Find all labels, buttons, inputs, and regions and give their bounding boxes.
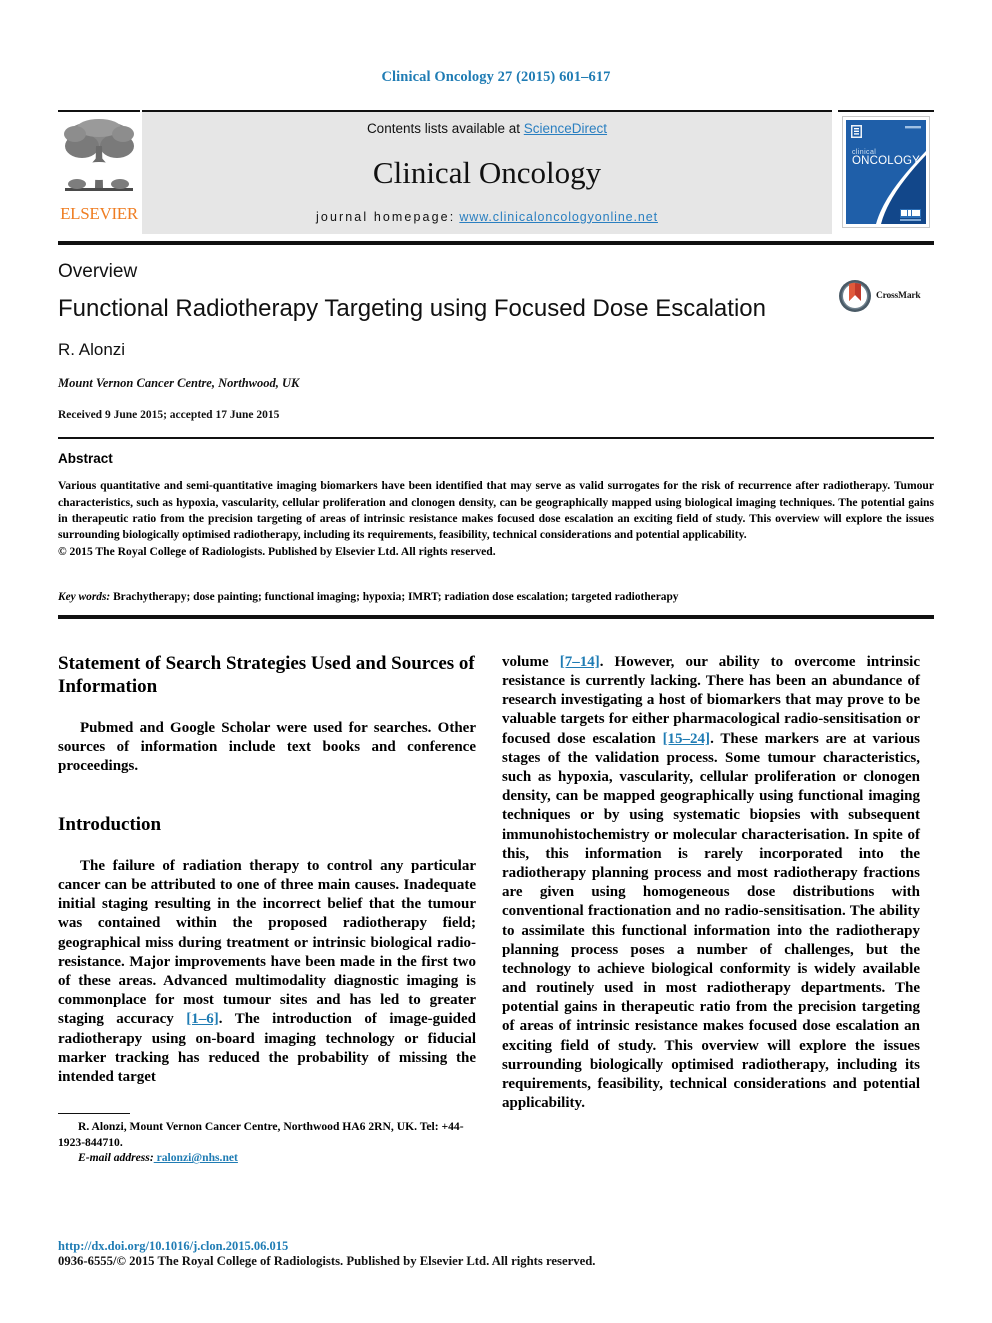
abstract-bottom-rule	[58, 614, 934, 619]
crossmark-badge[interactable]: CrossMark	[838, 275, 934, 317]
article-history: Received 9 June 2015; accepted 17 June 2…	[58, 409, 280, 422]
abstract-heading: Abstract	[58, 451, 113, 467]
footnote-rule	[58, 1113, 130, 1115]
correspondence-text: R. Alonzi, Mount Vernon Cancer Centre, N…	[58, 1120, 464, 1149]
email-link[interactable]: ralonzi@nhs.net	[154, 1151, 238, 1164]
journal-homepage-link[interactable]: www.clinicaloncologyonline.net	[459, 210, 658, 224]
elsevier-wordmark: ELSEVIER	[60, 203, 138, 223]
intro-cont-part-3: . These markers are at various stages of…	[502, 730, 921, 1112]
contents-line: Contents lists available at ScienceDirec…	[367, 121, 607, 136]
keywords-label: Key words:	[58, 590, 111, 603]
page-title: Functional Radiotherapy Targeting using …	[58, 294, 766, 322]
journal-homepage-line: journal homepage: www.clinicaloncologyon…	[316, 210, 658, 224]
contents-prefix: Contents lists available at	[366, 120, 524, 136]
abstract-section: Abstract Various quantitative and semi-q…	[58, 439, 934, 603]
left-column: Statement of Search Strategies Used and …	[58, 653, 476, 1164]
page-footer: http://dx.doi.org/10.1016/j.clon.2015.06…	[58, 1239, 938, 1271]
reference-link-7-14[interactable]: [7–14]	[560, 654, 600, 670]
email-line: E-mail address: ralonzi@nhs.net	[58, 1151, 476, 1164]
body-columns: Statement of Search Strategies Used and …	[58, 653, 934, 1164]
intro-text-part-1: The failure of radiation therapy to cont…	[58, 857, 476, 1028]
paragraph-introduction: The failure of radiation therapy to cont…	[58, 857, 476, 1087]
abstract-text: Various quantitative and semi-quantitati…	[58, 479, 934, 542]
affiliation: Mount Vernon Cancer Centre, Northwood, U…	[58, 376, 300, 391]
journal-title: Clinical Oncology	[372, 155, 602, 190]
article-header: Overview Functional Radiotherapy Targeti…	[58, 245, 934, 422]
right-column: volume [7–14]. However, our ability to o…	[502, 653, 920, 1164]
keywords: Key words: Brachytherapy; dose painting;…	[58, 591, 934, 603]
issn-copyright-line: 0936-6555/© 2015 The Royal College of Ra…	[58, 1254, 596, 1269]
reference-link-1-6[interactable]: [1–6]	[186, 1011, 219, 1027]
correspondence-footnote: R. Alonzi, Mount Vernon Cancer Centre, N…	[58, 1113, 476, 1164]
svg-text:ONCOLOGY: ONCOLOGY	[852, 155, 920, 167]
email-label: E-mail address:	[78, 1151, 154, 1165]
intro-cont-part-1: volume	[502, 653, 560, 670]
paragraph-introduction-continued: volume [7–14]. However, our ability to o…	[502, 653, 920, 1114]
author-list: R. Alonzi	[58, 340, 126, 360]
article-page: Clinical Oncology 27 (2015) 601–617 ELSE…	[0, 0, 992, 1323]
doi-link[interactable]: http://dx.doi.org/10.1016/j.clon.2015.06…	[58, 1239, 938, 1255]
paragraph-search-strategies: Pubmed and Google Scholar were used for …	[58, 719, 476, 774]
running-head: Clinical Oncology 27 (2015) 601–617	[381, 69, 611, 85]
journal-cover-thumbnail[interactable]: clinical ONCOLOGY	[842, 115, 930, 228]
reference-link-15-24[interactable]: [15–24]	[663, 731, 711, 747]
sciencedirect-link[interactable]: ScienceDirect	[524, 121, 607, 136]
journal-cover-art: clinical ONCOLOGY	[843, 116, 929, 227]
elsevier-logo: ELSEVIER	[58, 109, 140, 234]
section-heading-introduction: Introduction	[58, 814, 162, 836]
abstract-copyright: © 2015 The Royal College of Radiologists…	[58, 544, 496, 558]
journal-cover-wrap: clinical ONCOLOGY	[838, 109, 934, 234]
section-heading-search-strategies: Statement of Search Strategies Used and …	[58, 652, 475, 697]
article-type: Overview	[58, 260, 138, 282]
crossmark-label: CrossMark	[876, 290, 921, 301]
keywords-text: Brachytherapy; dose painting; functional…	[110, 590, 679, 603]
crossmark-icon	[839, 279, 871, 312]
elsevier-tree-icon	[64, 118, 134, 191]
homepage-label: journal homepage:	[316, 209, 456, 224]
journal-masthead: ELSEVIER Contents lists available at Sci…	[58, 109, 934, 234]
masthead-banner: Contents lists available at ScienceDirec…	[142, 109, 832, 234]
